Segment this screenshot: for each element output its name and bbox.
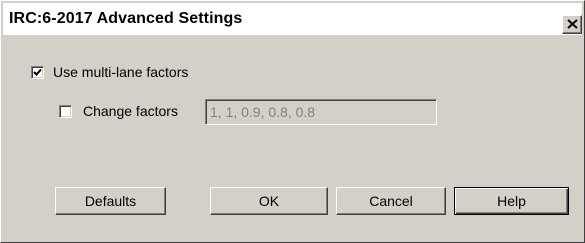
help-button[interactable]: Help [454, 187, 569, 215]
multi-lane-label[interactable]: Use multi-lane factors [53, 64, 188, 80]
cancel-button[interactable]: Cancel [336, 187, 446, 215]
close-icon [567, 19, 578, 29]
close-button[interactable] [562, 15, 582, 34]
title-bar: IRC:6-2017 Advanced Settings [3, 3, 582, 35]
ok-button[interactable]: OK [210, 187, 328, 215]
checkmark-icon [33, 68, 42, 76]
multi-lane-checkbox[interactable] [31, 66, 44, 79]
factors-input[interactable]: 1, 1, 0.9, 0.8, 0.8 [205, 99, 437, 125]
change-factors-label[interactable]: Change factors [83, 103, 178, 119]
factors-input-value: 1, 1, 0.9, 0.8, 0.8 [210, 104, 316, 120]
window-title: IRC:6-2017 Advanced Settings [9, 10, 243, 27]
defaults-button[interactable]: Defaults [55, 187, 166, 215]
change-factors-checkbox[interactable] [59, 105, 72, 118]
advanced-settings-dialog: IRC:6-2017 Advanced Settings Use multi-l… [0, 0, 585, 243]
